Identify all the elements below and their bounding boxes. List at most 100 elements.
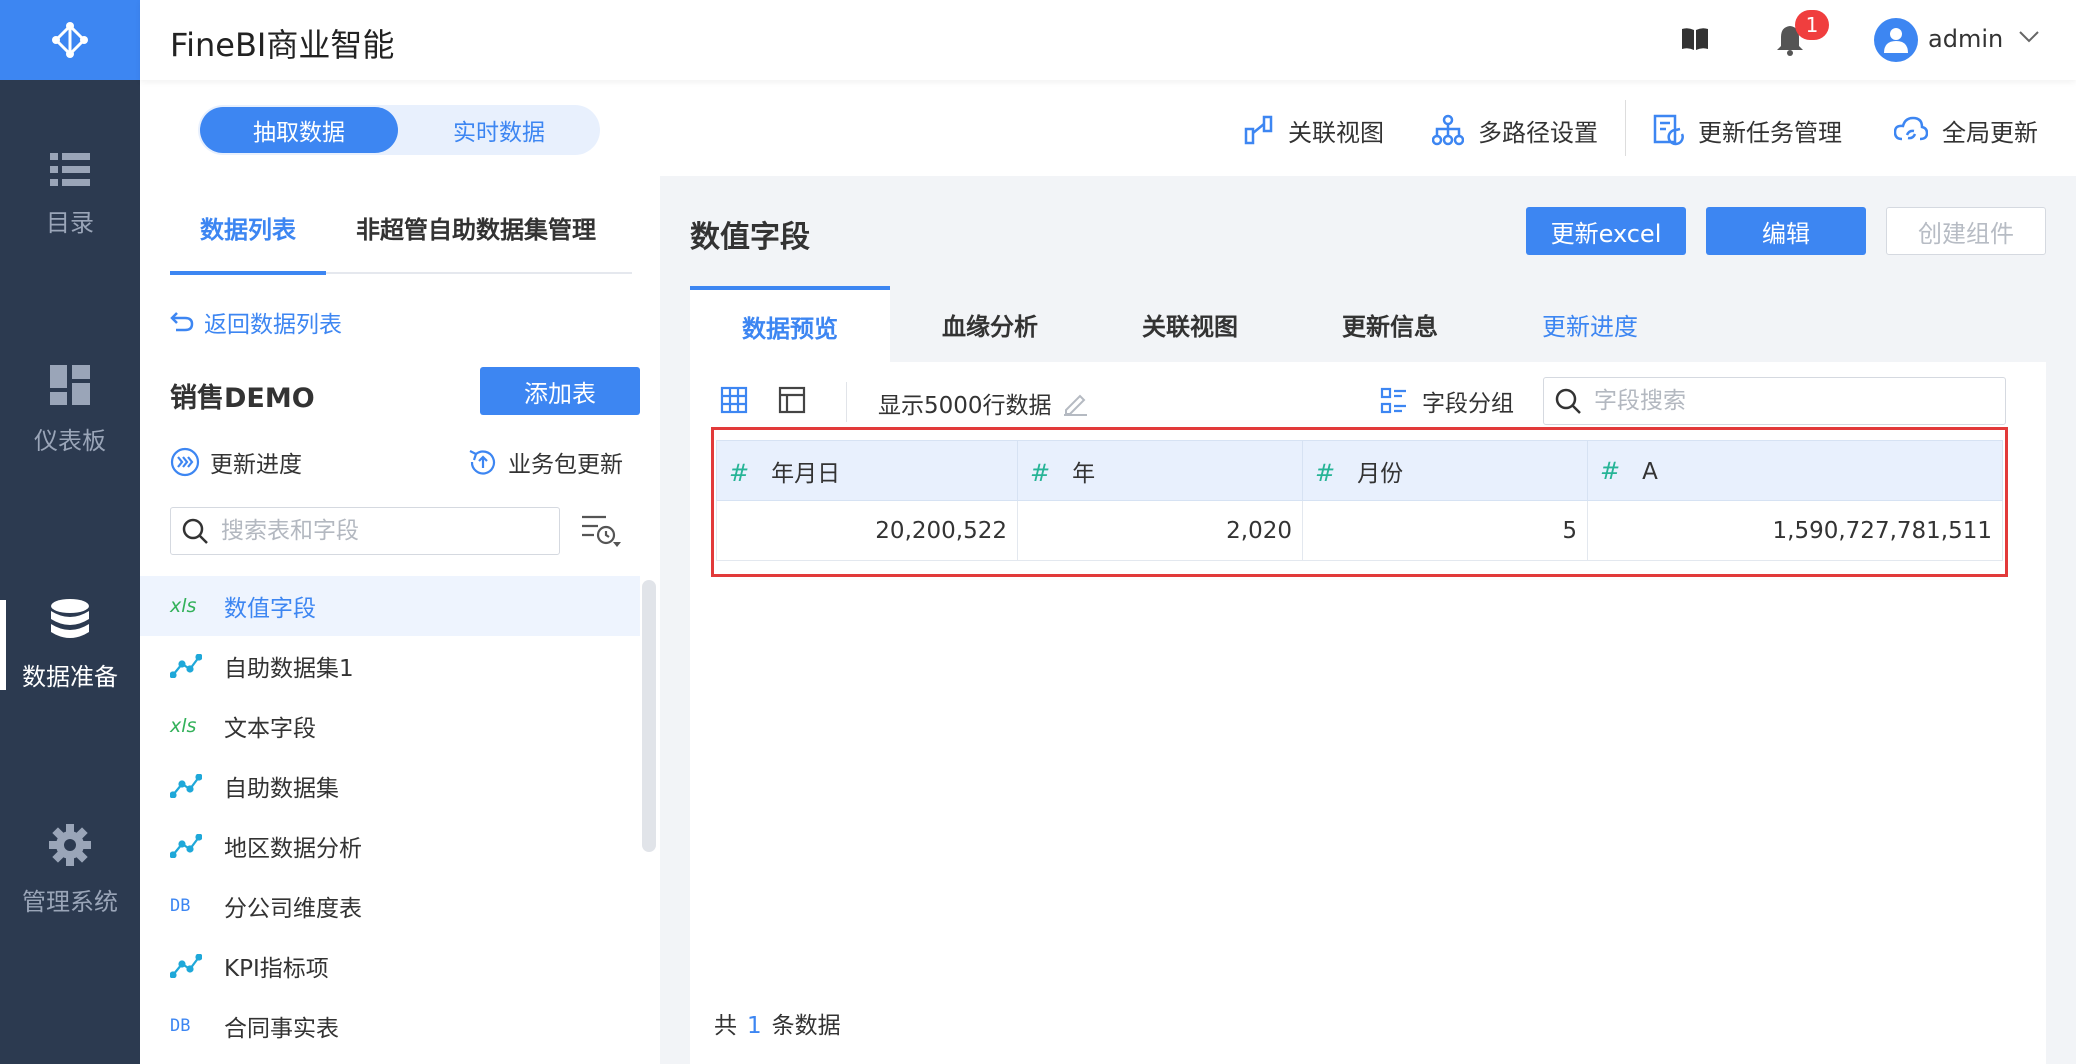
table-name: KPI指标项 xyxy=(224,956,329,982)
filter-history-icon[interactable] xyxy=(580,513,622,549)
tab-lineage[interactable]: 血缘分析 xyxy=(890,286,1090,362)
notification-badge: 1 xyxy=(1795,10,1829,40)
relation-view-icon xyxy=(1244,115,1273,145)
toolbar-divider xyxy=(1625,100,1626,156)
tab-data-preview[interactable]: 数据预览 xyxy=(690,286,890,362)
field-group-label: 字段分组 xyxy=(1422,391,1514,417)
table-search-box[interactable] xyxy=(170,507,560,555)
table-list: xls 数值字段 自助数据集1 xls 文本字段 自助数据集 地区数据分析 DB… xyxy=(140,576,640,1064)
self-dataset-icon xyxy=(170,774,204,798)
edit-pencil-icon[interactable] xyxy=(1062,390,1088,416)
realtime-data-toggle[interactable]: 实时数据 xyxy=(398,105,600,155)
numeric-field-icon: # xyxy=(1600,456,1621,485)
logo-icon xyxy=(52,22,88,58)
nav-item-admin[interactable]: 管理系统 xyxy=(0,805,140,935)
avatar[interactable] xyxy=(1874,18,1918,62)
app-title: FineBI商业智能 xyxy=(170,26,395,64)
update-progress-button[interactable]: 更新进度 xyxy=(170,445,302,479)
active-tab-indicator xyxy=(170,271,326,275)
table-list-item[interactable]: DB 分公司维度表 xyxy=(140,876,640,936)
table-name: 自助数据集1 xyxy=(224,656,354,682)
numeric-field-icon: # xyxy=(729,458,750,487)
numeric-field-icon: # xyxy=(1030,458,1051,487)
table-list-item[interactable]: DB 合同事实表 xyxy=(140,996,640,1056)
dashboard-icon xyxy=(50,364,90,405)
refresh-upload-icon xyxy=(469,450,496,475)
column-name: 月份 xyxy=(1357,460,1404,487)
package-update-button[interactable]: 业务包更新 xyxy=(468,445,623,479)
column-header[interactable]: # 年 xyxy=(1017,440,1303,501)
self-dataset-icon xyxy=(170,654,204,678)
table-search-input[interactable] xyxy=(221,518,541,544)
logo[interactable] xyxy=(0,0,140,80)
row-limit-label: 显示5000行数据 xyxy=(878,393,1052,419)
book-icon[interactable] xyxy=(1680,24,1710,54)
field-group-icon xyxy=(1380,387,1406,414)
left-nav: 目录 仪表板 数据准备 管理系统 xyxy=(0,0,140,1064)
top-header: FineBI商业智能 1 admin xyxy=(140,0,2076,80)
relation-view-button[interactable]: 关联视图 xyxy=(1244,110,1384,150)
multi-path-button[interactable]: 多路径设置 xyxy=(1432,110,1598,150)
back-arrow-icon xyxy=(170,312,194,332)
nav-item-catalog[interactable]: 目录 xyxy=(0,130,140,260)
layout-view-icon[interactable] xyxy=(778,386,806,414)
nav-label: 目录 xyxy=(46,208,94,237)
table-list-item[interactable]: xls 文本字段 xyxy=(140,696,640,756)
field-search-input[interactable] xyxy=(1594,388,1994,414)
edit-button[interactable]: 编辑 xyxy=(1706,207,1866,255)
column-header[interactable]: # 月份 xyxy=(1302,440,1588,501)
field-group-button[interactable]: 字段分组 xyxy=(1380,384,1514,418)
database-table-icon: DB xyxy=(170,896,191,916)
database-table-icon: DB xyxy=(170,1016,191,1036)
list-icon xyxy=(50,152,90,186)
progress-icon xyxy=(170,447,200,477)
record-count-suffix: 条数据 xyxy=(771,1013,841,1039)
nav-label: 数据准备 xyxy=(22,662,118,691)
task-manage-button[interactable]: 更新任务管理 xyxy=(1652,110,1842,150)
tab-data-list[interactable]: 数据列表 xyxy=(200,210,296,245)
search-icon xyxy=(182,518,208,544)
tab-non-admin-datasets[interactable]: 非超管自助数据集管理 xyxy=(356,210,596,245)
task-refresh-icon xyxy=(1653,114,1684,146)
mode-toggle: 抽取数据 实时数据 xyxy=(198,105,600,155)
add-table-button[interactable]: 添加表 xyxy=(480,367,640,415)
table-list-scrollbar[interactable] xyxy=(642,580,656,852)
detail-tabs: 数据预览 血缘分析 关联视图 更新信息 更新进度 xyxy=(690,286,2046,362)
back-to-list-link[interactable]: 返回数据列表 xyxy=(170,305,342,339)
create-component-button[interactable]: 创建组件 xyxy=(1886,207,2046,255)
table-list-item[interactable]: 自助数据集1 xyxy=(140,636,640,696)
field-search-box[interactable] xyxy=(1543,377,2006,425)
user-icon xyxy=(1884,28,1908,53)
table-list-item[interactable]: KPI指标项 xyxy=(140,936,640,996)
table-name: 分公司维度表 xyxy=(224,896,362,922)
chevron-down-icon[interactable] xyxy=(2018,30,2040,44)
table-list-item[interactable]: 自助数据集 xyxy=(140,756,640,816)
nav-item-data-prep[interactable]: 数据准备 xyxy=(0,580,140,710)
tab-relation-view[interactable]: 关联视图 xyxy=(1090,286,1290,362)
table-name: 数值字段 xyxy=(224,596,316,622)
page-title: 数值字段 xyxy=(690,220,810,255)
grid-view-icon[interactable] xyxy=(720,386,748,414)
package-title: 销售DEMO xyxy=(170,383,315,414)
column-name: 年 xyxy=(1072,460,1096,487)
nav-item-dashboard[interactable]: 仪表板 xyxy=(0,345,140,475)
update-excel-button[interactable]: 更新excel xyxy=(1526,207,1686,255)
table-cell: 2,020 xyxy=(1017,500,1303,561)
column-header[interactable]: # A xyxy=(1587,440,2003,501)
username[interactable]: admin xyxy=(1928,25,2003,53)
tab-update-info[interactable]: 更新信息 xyxy=(1290,286,1490,362)
tab-update-progress[interactable]: 更新进度 xyxy=(1490,286,1690,362)
hierarchy-icon xyxy=(1432,114,1464,146)
global-update-button[interactable]: 全局更新 xyxy=(1894,110,2038,150)
database-icon xyxy=(51,598,89,638)
gear-icon xyxy=(49,823,91,866)
column-header[interactable]: # 年月日 xyxy=(716,440,1018,501)
back-link-label: 返回数据列表 xyxy=(204,312,342,338)
table-list-item[interactable]: 地区数据分析 xyxy=(140,816,640,876)
record-count-prefix: 共 xyxy=(714,1013,737,1039)
row-limit-setting[interactable]: 显示5000行数据 xyxy=(878,386,1088,420)
table-cell: 20,200,522 xyxy=(716,500,1018,561)
extract-data-toggle[interactable]: 抽取数据 xyxy=(200,107,398,153)
relation-view-label: 关联视图 xyxy=(1288,118,1384,147)
table-list-item[interactable]: xls 数值字段 xyxy=(140,576,640,636)
